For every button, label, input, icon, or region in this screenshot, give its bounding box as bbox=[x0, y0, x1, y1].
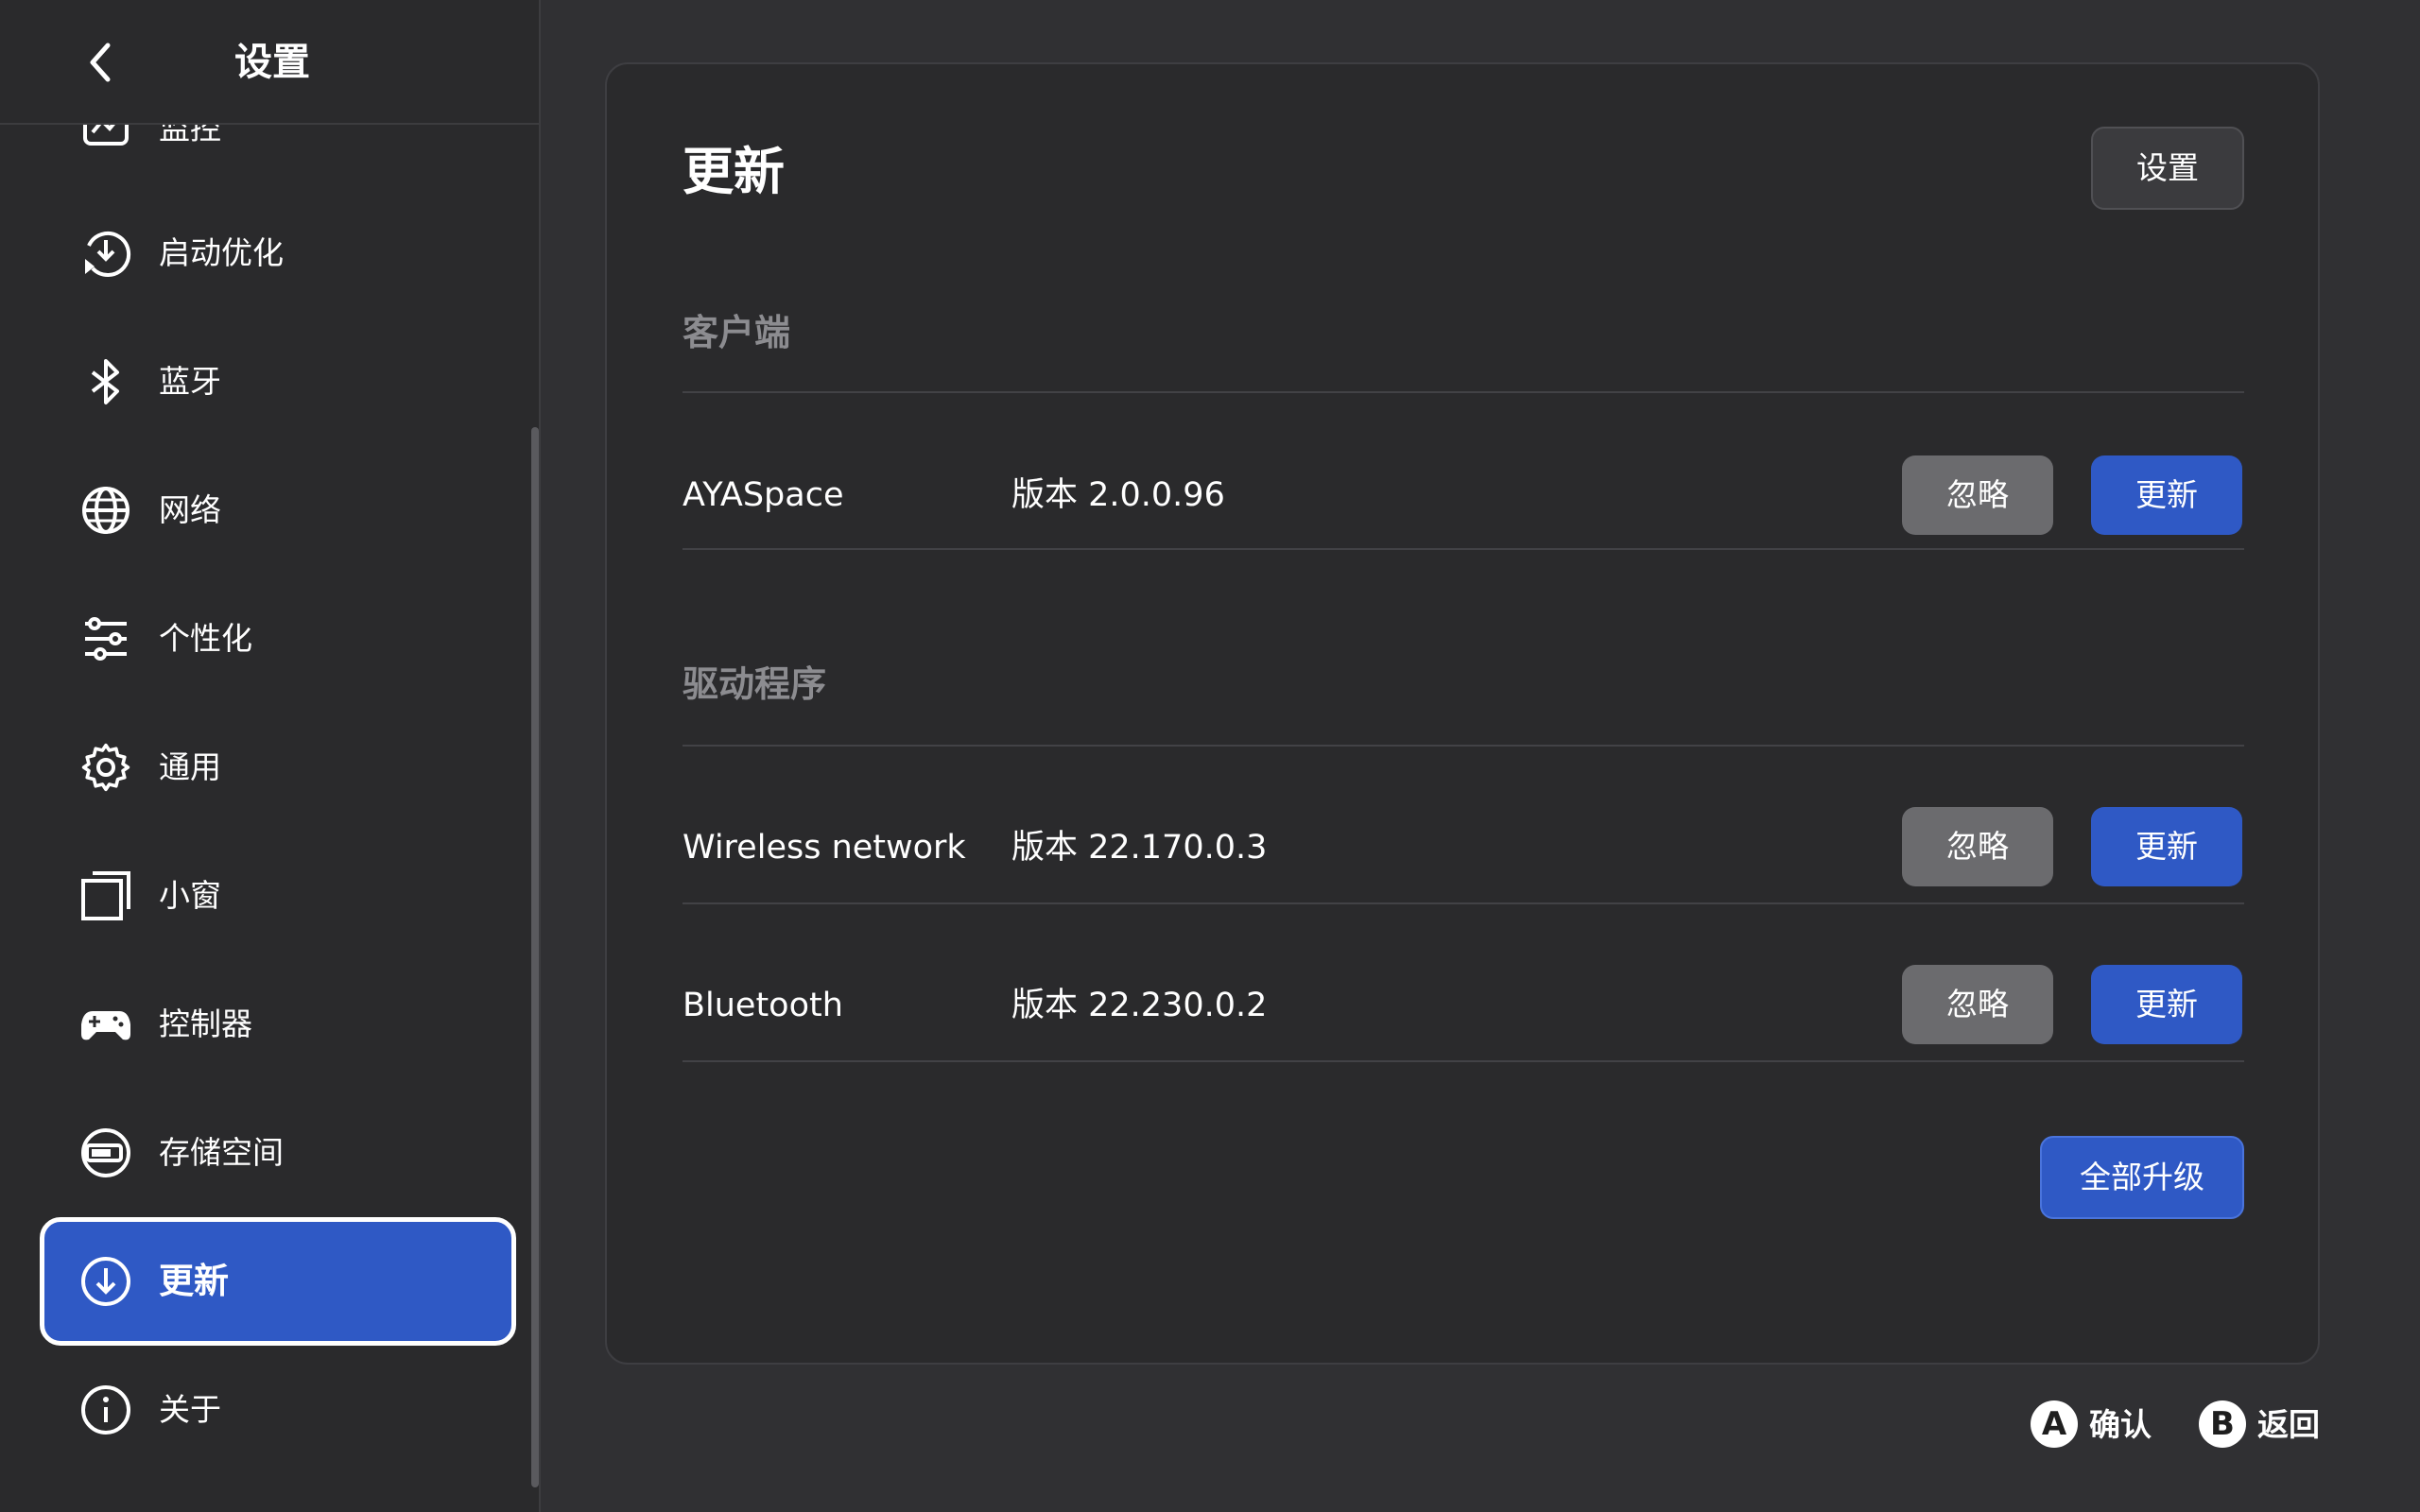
sidebar-scrollbar[interactable] bbox=[531, 427, 539, 1487]
sidebar-item-bluetooth[interactable]: 蓝牙 bbox=[40, 318, 516, 446]
sidebar-item-label: 存储空间 bbox=[159, 1134, 284, 1171]
ignore-button[interactable]: 忽略 bbox=[1902, 965, 2053, 1044]
update-button[interactable]: 更新 bbox=[2091, 455, 2242, 535]
sidebar-item-about[interactable]: 关于 bbox=[40, 1346, 516, 1474]
ignore-button[interactable]: 忽略 bbox=[1902, 455, 2053, 535]
section-title-client: 客户端 bbox=[683, 312, 791, 353]
gear-icon bbox=[81, 743, 130, 792]
back-arrow-icon[interactable] bbox=[81, 38, 119, 87]
update-version: 版本 2.0.0.96 bbox=[1011, 476, 1225, 514]
sidebar-item-boot-optimize[interactable]: 启动优化 bbox=[40, 189, 516, 318]
section-title-drivers: 驱动程序 bbox=[683, 663, 827, 705]
update-name: Bluetooth bbox=[683, 987, 843, 1024]
confirm-label: 确认 bbox=[2089, 1406, 2152, 1443]
sidebar-item-general[interactable]: 通用 bbox=[40, 703, 516, 832]
sidebar-title: 设置 bbox=[234, 41, 310, 84]
sidebar-item-label: 启动优化 bbox=[159, 234, 284, 271]
back-hint[interactable]: B 返回 bbox=[2199, 1399, 2331, 1452]
b-button-icon: B bbox=[2199, 1400, 2246, 1448]
globe-icon bbox=[82, 487, 130, 534]
sidebar-item-label: 个性化 bbox=[159, 620, 252, 657]
update-button[interactable]: 更新 bbox=[2091, 965, 2242, 1044]
sidebar-item-label: 关于 bbox=[159, 1391, 221, 1428]
update-version: 版本 22.230.0.2 bbox=[1011, 987, 1268, 1024]
sidebar-item-controller[interactable]: 控制器 bbox=[40, 960, 516, 1089]
sidebar-item-network[interactable]: 网络 bbox=[40, 446, 516, 575]
sidebar-item-label: 通用 bbox=[159, 748, 221, 785]
divider bbox=[683, 391, 2244, 393]
sidebar-item-label: 小窗 bbox=[159, 877, 221, 914]
update-version: 版本 22.170.0.3 bbox=[1011, 829, 1268, 867]
page-title: 更新 bbox=[683, 142, 785, 201]
sidebar-item-label: 网络 bbox=[159, 491, 221, 528]
divider bbox=[683, 548, 2244, 550]
download-icon bbox=[81, 1257, 130, 1306]
sidebar-item-update[interactable]: 更新 bbox=[40, 1217, 516, 1346]
upgrade-all-button[interactable]: 全部升级 bbox=[2040, 1136, 2244, 1219]
bluetooth-icon bbox=[91, 359, 119, 404]
gamepad-icon bbox=[81, 1011, 130, 1040]
sidebar-header: 设置 bbox=[0, 0, 539, 125]
window-icon bbox=[81, 871, 130, 920]
update-name: AYASpace bbox=[683, 476, 844, 514]
update-name: Wireless network bbox=[683, 829, 966, 867]
ignore-button[interactable]: 忽略 bbox=[1902, 807, 2053, 886]
settings-button[interactable]: 设置 bbox=[2091, 127, 2244, 210]
sidebar-item-label: 控制器 bbox=[159, 1005, 252, 1042]
storage-icon bbox=[81, 1128, 130, 1177]
sidebar-item-storage[interactable]: 存储空间 bbox=[40, 1089, 516, 1217]
sidebar: 监控 设置 启动优化 蓝牙 网络 个性化 通用 小窗 控制器 存储空间 更新 关… bbox=[0, 0, 541, 1512]
sidebar-item-label: 更新 bbox=[159, 1261, 229, 1301]
sliders-icon bbox=[85, 617, 127, 661]
info-icon bbox=[81, 1385, 130, 1435]
update-panel: 更新 设置 客户端 AYASpace 版本 2.0.0.96 忽略 更新 驱动程… bbox=[605, 62, 2320, 1365]
divider bbox=[683, 1060, 2244, 1062]
sidebar-item-mini-window[interactable]: 小窗 bbox=[40, 832, 516, 960]
sidebar-item-personalize[interactable]: 个性化 bbox=[40, 575, 516, 703]
update-button[interactable]: 更新 bbox=[2091, 807, 2242, 886]
confirm-hint[interactable]: A 确认 bbox=[2031, 1399, 2163, 1452]
divider bbox=[683, 902, 2244, 904]
divider bbox=[683, 745, 2244, 747]
a-button-icon: A bbox=[2031, 1400, 2078, 1448]
boot-optimize-icon bbox=[85, 232, 131, 277]
back-label: 返回 bbox=[2257, 1406, 2320, 1443]
sidebar-item-label: 蓝牙 bbox=[159, 363, 221, 400]
